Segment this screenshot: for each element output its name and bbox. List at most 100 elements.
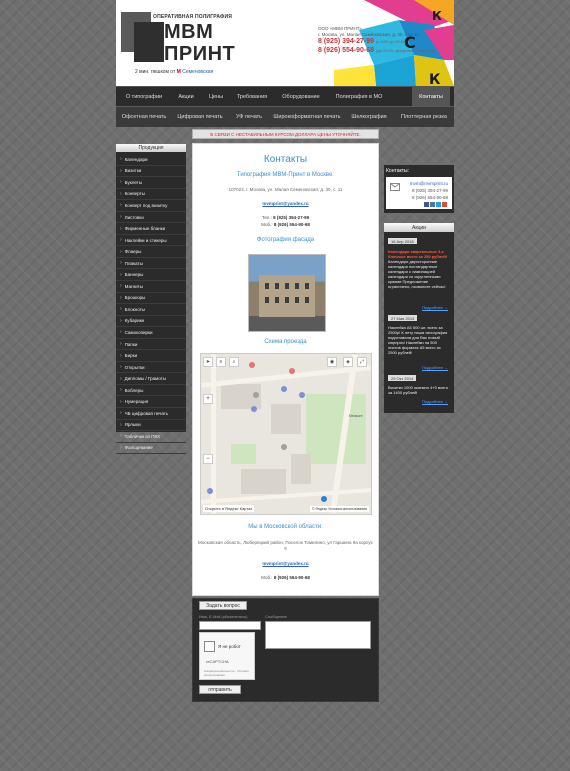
products-sidebar-item[interactable]: Баннеры <box>116 269 186 282</box>
products-sidebar-item[interactable]: ЧБ цифровая печать <box>116 408 186 420</box>
map-locate-icon[interactable]: ➤ <box>203 357 213 367</box>
products-sidebar-item[interactable]: Бирки <box>116 350 186 362</box>
open-in-yandex-maps-link[interactable]: Открыть в Яндекс Картах <box>203 505 255 512</box>
promo-more-link[interactable]: Подробнее → <box>422 399 448 404</box>
metro-icon: М <box>176 69 181 75</box>
promo-date: 29 Окт 2014 <box>388 375 417 381</box>
region-address: Московская область, Люберецкий район, По… <box>198 540 373 551</box>
facade-photo[interactable] <box>248 254 326 332</box>
products-sidebar-item[interactable]: Самокопирки <box>116 327 186 339</box>
contacts-box-phone-2[interactable]: 8 (926) 554-90-68 <box>412 195 448 200</box>
products-sidebar-item[interactable]: Нумерация <box>116 396 186 409</box>
nav-plotter-cutting[interactable]: Плоттерная резка <box>396 107 452 127</box>
metro-note: 2 мин. пешком от М Семеновская <box>135 69 213 75</box>
contacts-box-phone-1[interactable]: 8 (925) 394-27-99 <box>412 188 448 193</box>
products-sidebar-item[interactable]: Открытки <box>116 362 186 374</box>
map-poi-icon[interactable] <box>299 392 305 398</box>
products-sidebar-item[interactable]: Ярлыки <box>116 420 186 432</box>
map-poi-icon[interactable] <box>289 368 295 374</box>
nav-wide-format-printing[interactable]: Широкоформатная печать <box>270 107 344 127</box>
contacts-box-email[interactable]: mvm@mvmprint.ru <box>410 181 448 186</box>
submit-button[interactable]: отправить <box>199 685 241 694</box>
nav-printing-mo[interactable]: Полиграфия в МО <box>328 87 390 106</box>
twitter-icon[interactable] <box>436 202 441 207</box>
products-sidebar-item[interactable]: Календари <box>116 154 186 166</box>
header-company: ООО «МВМ ПРИНТ» г. Москва, ул. Малая Сем… <box>318 26 419 38</box>
products-sidebar-item[interactable]: Конверт под визитку <box>116 200 186 212</box>
region-mobile-number[interactable]: 8 (926) 554-90-68 <box>274 575 310 580</box>
nav-contacts[interactable]: Контакты <box>412 87 450 108</box>
nav-silkscreen[interactable]: Шелкография <box>348 107 390 127</box>
promo-item[interactable]: Визитки 1000 экземпл 4+0 всего за 1400 р… <box>388 385 450 395</box>
map-poi-icon[interactable] <box>207 488 213 494</box>
promo-headline[interactable]: Календари квартальные 3-х блочные всего … <box>388 249 447 259</box>
promo-item[interactable]: Календари квартальные 3-х блочные всего … <box>388 249 450 289</box>
promo-date: 16 Апр 2018 <box>388 238 417 244</box>
recaptcha-checkbox[interactable] <box>204 641 215 652</box>
products-sidebar-item[interactable]: Флаеры <box>116 246 186 258</box>
header-phone-1[interactable]: 8 (925) 394-27-99 (с 9:00 до 19:00) <box>318 38 406 45</box>
map-route-icon[interactable]: ≡ <box>216 357 226 367</box>
nav-digital-printing[interactable]: Цифровая печать <box>174 107 226 127</box>
products-sidebar-item[interactable]: Буклеты <box>116 177 186 189</box>
products-sidebar-item[interactable]: Конверты <box>116 189 186 201</box>
brand-name-line2[interactable]: ПРИНТ <box>164 44 235 64</box>
promo-more-link[interactable]: Подробнее → <box>422 365 448 370</box>
nav-equipment[interactable]: Оборудование <box>278 87 324 106</box>
map-search-icon[interactable]: ⌕ <box>229 357 239 367</box>
map-traffic-icon[interactable]: ◉ <box>327 357 337 367</box>
office-email-link[interactable]: mvmprint@yandex.ru <box>193 201 378 206</box>
map-poi-icon[interactable] <box>251 406 257 412</box>
products-sidebar-item[interactable]: Дипломы / Грамоты <box>116 373 186 385</box>
products-sidebar-item[interactable]: Блокноты <box>116 304 186 316</box>
nav-promotions[interactable]: Акции <box>172 87 200 106</box>
question-form: Задать вопрос Имя, E-Mail (обязательно) … <box>192 598 379 702</box>
promo-more-link[interactable]: Подробнее → <box>422 305 448 310</box>
products-sidebar-item[interactable]: Воблеры <box>116 385 186 397</box>
map-location-marker-icon[interactable] <box>321 496 327 502</box>
products-sidebar-item[interactable]: Листовки <box>116 212 186 224</box>
recaptcha-terms[interactable]: Конфиденциальность - Условия использован… <box>204 669 254 677</box>
map-zoom-out-icon[interactable]: − <box>203 454 213 464</box>
products-sidebar-item[interactable]: Кубарики <box>116 316 186 328</box>
office-mobile-number[interactable]: 8 (926) 554-90-68 <box>274 222 310 227</box>
brand-name-line1[interactable]: МВМ <box>164 22 213 42</box>
map-fullscreen-icon[interactable]: ⤢ <box>357 357 367 367</box>
map-poi-icon[interactable] <box>281 386 287 392</box>
map-zoom-in-icon[interactable]: + <box>203 394 213 404</box>
products-sidebar-item[interactable]: Плакаты <box>116 258 186 270</box>
promo-text: Визитки 1000 экземпл 4+0 всего за 1400 р… <box>388 385 448 395</box>
office-phone-number[interactable]: 8 (925) 394-27-99 <box>273 215 309 220</box>
nav-requirements[interactable]: Требования <box>232 87 272 106</box>
header-phone-1-number[interactable]: 8 (925) 394-27-99 <box>318 38 374 45</box>
products-sidebar-item[interactable]: Фирменные бланки <box>116 223 186 235</box>
ask-question-toggle[interactable]: Задать вопрос <box>199 601 247 610</box>
products-sidebar-item[interactable]: Папки <box>116 339 186 351</box>
map-poi-icon[interactable] <box>253 392 259 398</box>
products-sidebar-item[interactable]: Визитки <box>116 166 186 178</box>
header-phone-2-number[interactable]: 8 (926) 554-90-68 <box>318 47 374 54</box>
products-sidebar-item[interactable]: Магниты <box>116 281 186 293</box>
header-phone-2[interactable]: 8 (926) 554-90-68 (до 22:00, дежурный ме… <box>318 47 435 54</box>
promo-item[interactable]: Наклейка А5 500 шт. всего за 2500р! К ле… <box>388 325 450 355</box>
nav-uv-printing[interactable]: УФ печать <box>230 107 268 127</box>
google-plus-icon[interactable] <box>442 202 447 207</box>
products-sidebar-item[interactable]: Таблички из ПВХ <box>116 431 186 443</box>
map-poi-icon[interactable] <box>281 444 287 450</box>
vk-icon[interactable] <box>430 202 435 207</box>
products-sidebar-item[interactable]: Фальцевание <box>116 443 186 455</box>
products-sidebar-item[interactable]: Брошюры <box>116 293 186 305</box>
nav-about[interactable]: О типографии <box>120 87 168 106</box>
map-layers-icon[interactable]: ◈ <box>343 357 353 367</box>
message-textarea[interactable] <box>265 621 371 649</box>
region-email-link[interactable]: mvmprint@yandex.ru <box>193 561 378 566</box>
yandex-terms-link[interactable]: © Яндекс Условия использования <box>309 506 369 512</box>
products-sidebar-item[interactable]: Наклейки и стикеры <box>116 235 186 247</box>
nav-offset-printing[interactable]: Офсетная печать <box>118 107 170 127</box>
nav-prices[interactable]: Цены <box>204 87 228 106</box>
name-email-input[interactable] <box>199 621 261 630</box>
region-mobile: Моб.: 8 (926) 554-90-68 <box>193 575 378 580</box>
office-phone-label: Тел.: <box>261 215 272 220</box>
yandex-map[interactable]: Measure ➤ ≡ ⌕ ◉ ◈ ⤢ + − Открыть в Яндекс… <box>200 353 372 515</box>
facebook-icon[interactable] <box>424 202 429 207</box>
